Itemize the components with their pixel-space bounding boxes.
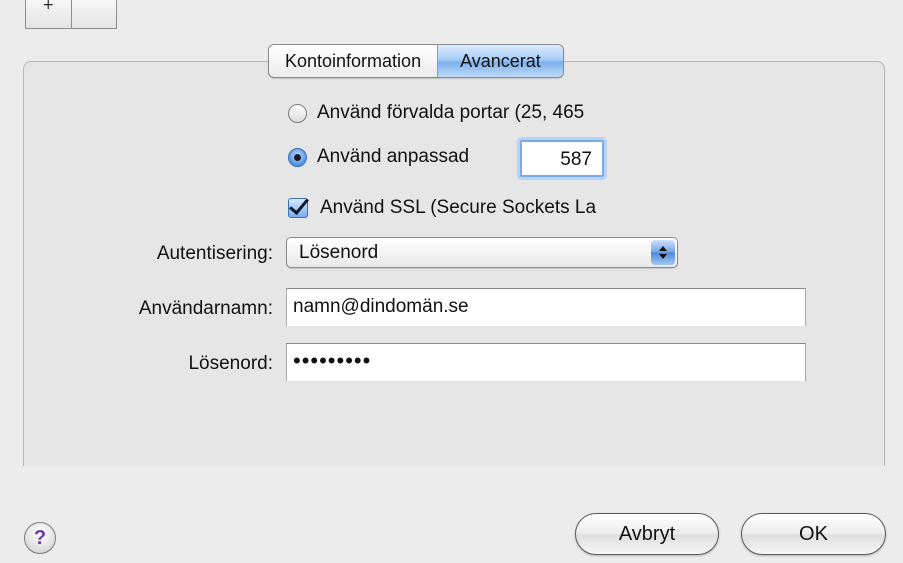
username-label: Användarnamn: <box>138 298 273 319</box>
default-ports-option[interactable]: Använd förvalda portar (25, 465 <box>288 102 584 124</box>
custom-port-option[interactable]: Använd anpassad <box>288 146 469 168</box>
tab-strip: Kontoinformation Avancerat <box>268 44 564 78</box>
ok-button[interactable]: OK <box>741 513 886 555</box>
auth-popup-value: Lösenord <box>299 242 379 263</box>
add-segment[interactable]: + <box>26 0 72 28</box>
custom-port-label: Använd anpassad <box>317 146 470 167</box>
empty-segment[interactable] <box>72 0 117 28</box>
ssl-checkbox[interactable] <box>288 198 308 218</box>
custom-port-input[interactable]: 587 <box>520 140 604 177</box>
cancel-button[interactable]: Avbryt <box>575 513 719 555</box>
help-button[interactable]: ? <box>24 522 56 554</box>
password-label: Lösenord: <box>188 353 273 374</box>
ssl-label: Använd SSL (Secure Sockets La <box>320 197 597 218</box>
auth-popup[interactable]: Lösenord <box>286 237 678 268</box>
updown-arrows-icon <box>651 240 675 265</box>
password-input[interactable]: ••••••••• <box>286 343 806 381</box>
top-segmented-control[interactable]: + <box>25 0 117 29</box>
default-ports-label: Använd förvalda portar (25, 465 <box>317 102 585 123</box>
tab-kontoinformation[interactable]: Kontoinformation <box>269 45 437 77</box>
auth-label: Autentisering: <box>156 243 273 264</box>
tab-avancerat[interactable]: Avancerat <box>437 45 563 77</box>
username-input[interactable]: namn@dindomän.se <box>286 288 806 326</box>
default-ports-radio[interactable] <box>288 103 307 123</box>
custom-port-radio[interactable] <box>288 147 307 167</box>
ssl-option[interactable]: Använd SSL (Secure Sockets La <box>288 197 596 219</box>
